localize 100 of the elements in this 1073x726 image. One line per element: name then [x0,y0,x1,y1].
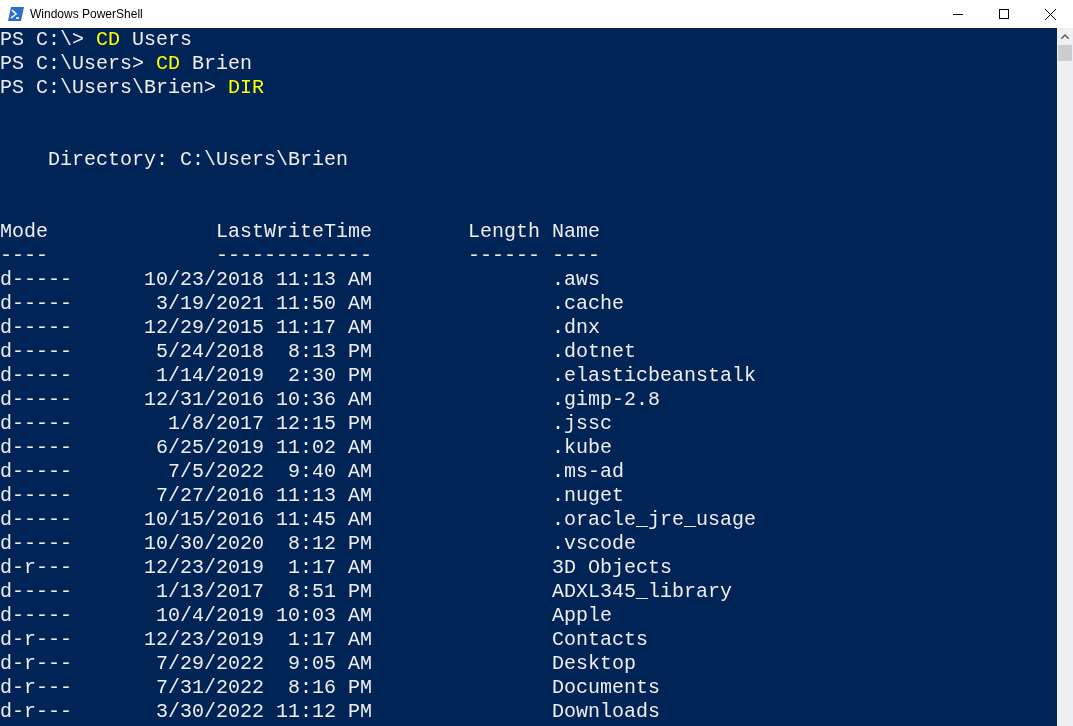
date-cell-text: 7/29/2022 [155,652,265,676]
scrollbar-thumb[interactable] [1058,45,1072,61]
name-cell: .oracle_jre_usage [552,508,757,532]
mode-cell: d----- [0,580,72,604]
time-cell-text: 11:12 PM [275,700,373,724]
time-cell-text: 10:03 AM [275,604,373,628]
mode-cell: d----- [0,364,72,388]
date-cell-text: 3/19/2021 [155,292,265,316]
date-cell-text: 3/30/2022 [155,700,265,724]
name-cell: .jssc [552,412,613,436]
mode-cell: d----- [0,508,72,532]
mode-cell: d-r--- [0,556,72,580]
time-cell-text: 11:13 AM [275,484,373,508]
time-cell-text: 11:17 AM [275,316,373,340]
time-cell-text: 8:13 PM [287,340,373,364]
command-text: CD [96,28,121,52]
time-cell-text: 12:15 PM [275,412,373,436]
header-separator: ---- [552,244,601,268]
header-separator: ------------- [215,244,373,268]
date-cell-text: 12/23/2019 [143,628,265,652]
name-cell: .dnx [552,316,601,340]
mode-cell: d----- [0,388,72,412]
mode-cell: d-r--- [0,676,72,700]
name-cell: .aws [552,268,601,292]
time-cell-text: 1:17 AM [287,556,373,580]
date-cell-text: 6/25/2019 [155,436,265,460]
name-cell: Desktop [552,652,637,676]
time-cell-text: 8:12 PM [287,532,373,556]
date-cell-text: 12/29/2015 [143,316,265,340]
name-cell: .elasticbeanstalk [552,364,757,388]
directory-text: Directory: C:\Users\Brien [47,148,349,172]
column-header: LastWriteTime [215,220,373,244]
mode-cell: d----- [0,484,72,508]
argument-text: Users [132,28,193,52]
scrollbar[interactable] [1057,28,1073,726]
column-header: Name [552,220,601,244]
time-cell-text: 8:51 PM [287,580,373,604]
time-cell-text: 9:05 AM [287,652,373,676]
date-cell-text: 1/13/2017 [155,580,265,604]
name-cell: 3D Objects [552,556,673,580]
name-cell: .vscode [552,532,637,556]
mode-cell: d----- [0,532,72,556]
minimize-icon [953,13,963,15]
time-cell-text: 11:02 AM [275,436,373,460]
prompt-text: PS C:\Users\Brien> [0,76,217,100]
mode-cell: d----- [0,436,72,460]
mode-cell: d----- [0,316,72,340]
powershell-icon [8,7,24,21]
name-cell: .nuget [552,484,625,508]
date-cell-text: 10/30/2020 [143,532,265,556]
command-text: DIR [228,76,265,100]
mode-cell: d-r--- [0,628,72,652]
name-cell: Contacts [552,628,649,652]
name-cell: Apple [552,604,613,628]
date-cell-text: 7/5/2022 [167,460,265,484]
date-cell-text: 7/31/2022 [155,676,265,700]
prompt-text: PS C:\> [0,28,84,52]
header-separator: ------ [467,244,541,268]
name-cell: .gimp-2.8 [552,388,661,412]
date-cell-text: 10/15/2016 [143,508,265,532]
mode-cell: d----- [0,604,72,628]
date-cell-text: 1/8/2017 [167,412,265,436]
time-cell-text: 2:30 PM [287,364,373,388]
column-header: Length [467,220,541,244]
mode-cell: d-r--- [0,700,72,724]
date-cell-text: 1/14/2019 [155,364,265,388]
date-cell-text: 5/24/2018 [155,340,265,364]
time-cell-text: 1:17 AM [287,628,373,652]
name-cell: Documents [552,676,661,700]
name-cell: .dotnet [552,340,637,364]
name-cell: ADXL345_library [552,580,733,604]
name-cell: .ms-ad [552,460,625,484]
maximize-icon [999,9,1009,19]
mode-cell: d----- [0,268,72,292]
column-header: Mode [0,220,49,244]
time-cell-text: 11:13 AM [275,268,373,292]
command-text: CD [156,52,181,76]
time-cell-text: 10:36 AM [275,388,373,412]
mode-cell: d----- [0,460,72,484]
mode-cell: d-r--- [0,652,72,676]
close-icon [1044,8,1056,20]
time-cell-text: 11:50 AM [275,292,373,316]
mode-cell: d----- [0,340,72,364]
time-cell-text: 8:16 PM [287,676,373,700]
window-title: Windows PowerShell [30,6,143,23]
argument-text: Brien [192,52,253,76]
date-cell-text: 7/27/2016 [155,484,265,508]
date-cell-text: 10/23/2018 [143,268,265,292]
time-cell-text: 9:40 AM [287,460,373,484]
date-cell-text: 12/23/2019 [143,556,265,580]
scroll-up-icon [1061,34,1069,39]
time-cell-text: 11:45 AM [275,508,373,532]
header-separator: ---- [0,244,49,268]
name-cell: Downloads [552,700,661,724]
date-cell-text: 10/4/2019 [155,604,265,628]
name-cell: .kube [552,436,613,460]
date-cell-text: 12/31/2016 [143,388,265,412]
prompt-text: PS C:\Users> [0,52,145,76]
name-cell: .cache [552,292,625,316]
mode-cell: d----- [0,292,72,316]
